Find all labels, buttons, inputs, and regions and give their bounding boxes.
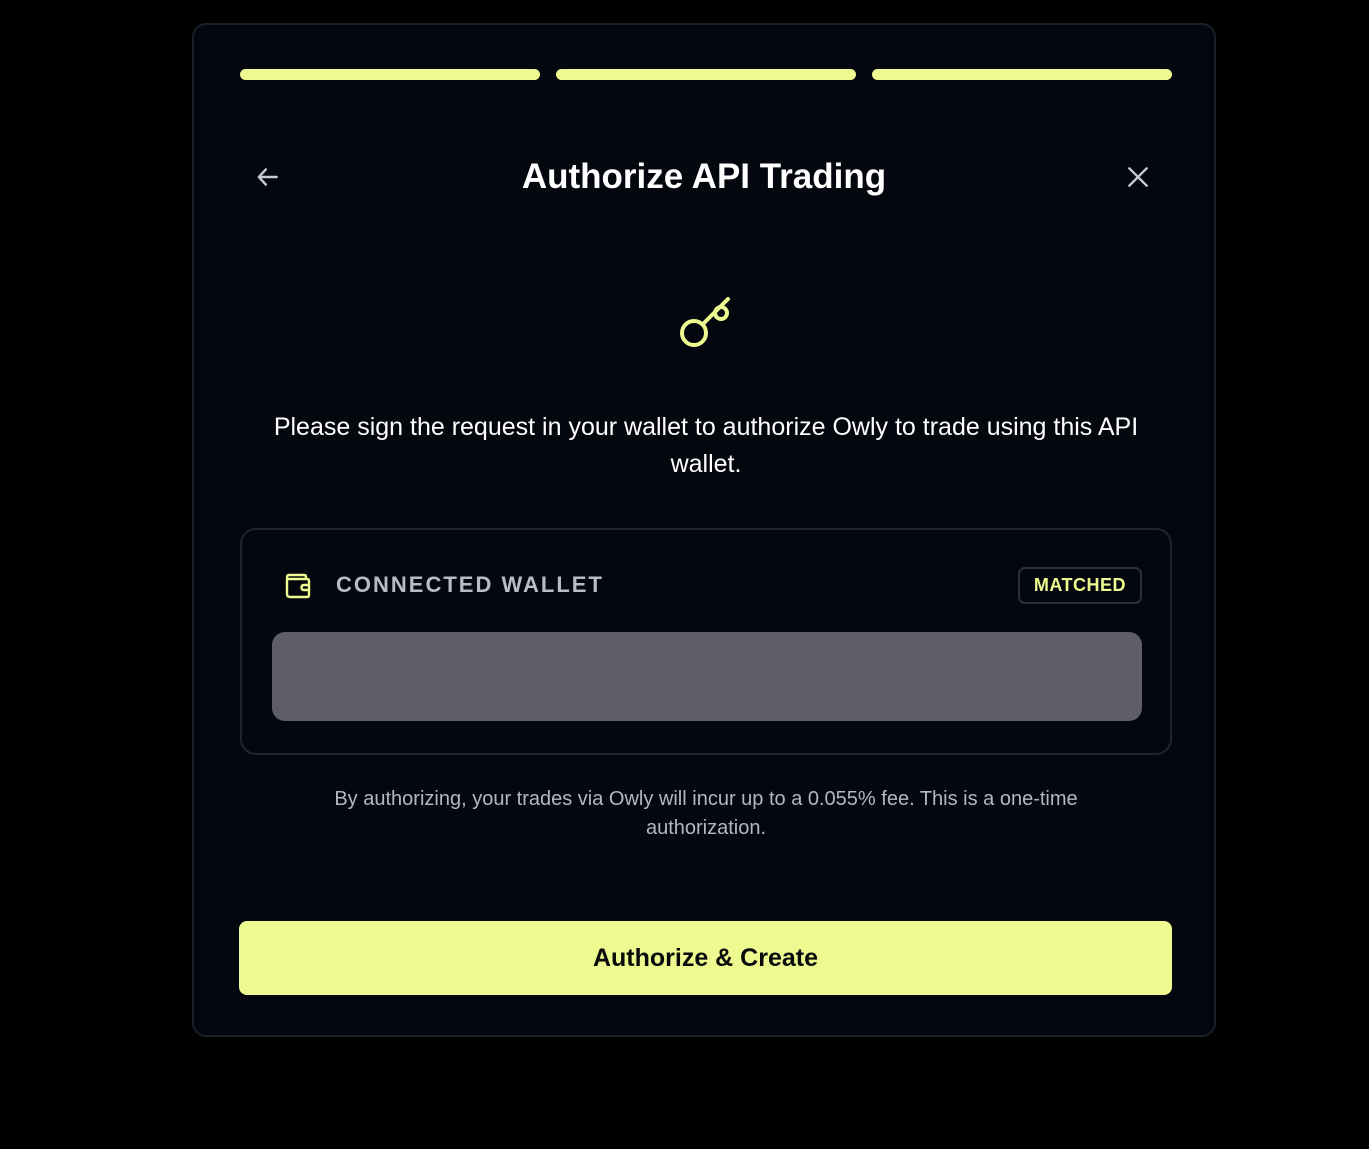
authorize-modal: Authorize API Trading Please sign the re… bbox=[192, 23, 1216, 1037]
matched-badge: MATCHED bbox=[1017, 567, 1142, 604]
authorize-create-button[interactable]: Authorize & Create bbox=[239, 921, 1172, 995]
close-icon bbox=[1128, 167, 1148, 187]
fee-note: By authorizing, your trades via Owly wil… bbox=[334, 788, 1078, 839]
progress-step-3 bbox=[872, 69, 1172, 80]
progress-bar bbox=[240, 69, 1172, 80]
progress-step-2 bbox=[556, 69, 856, 80]
modal-header: Authorize API Trading bbox=[194, 149, 1214, 205]
key-icon bbox=[680, 297, 730, 347]
connected-wallet-label: CONNECTED WALLET bbox=[336, 572, 604, 597]
connected-wallet-card: CONNECTED WALLET MATCHED bbox=[240, 528, 1172, 755]
wallet-address-field bbox=[272, 632, 1142, 721]
progress-step-1 bbox=[240, 69, 540, 80]
wallet-icon bbox=[285, 573, 311, 599]
modal-title: Authorize API Trading bbox=[521, 157, 887, 196]
close-button[interactable] bbox=[1118, 157, 1158, 197]
description-text: Please sign the request in your wallet t… bbox=[273, 413, 1139, 478]
